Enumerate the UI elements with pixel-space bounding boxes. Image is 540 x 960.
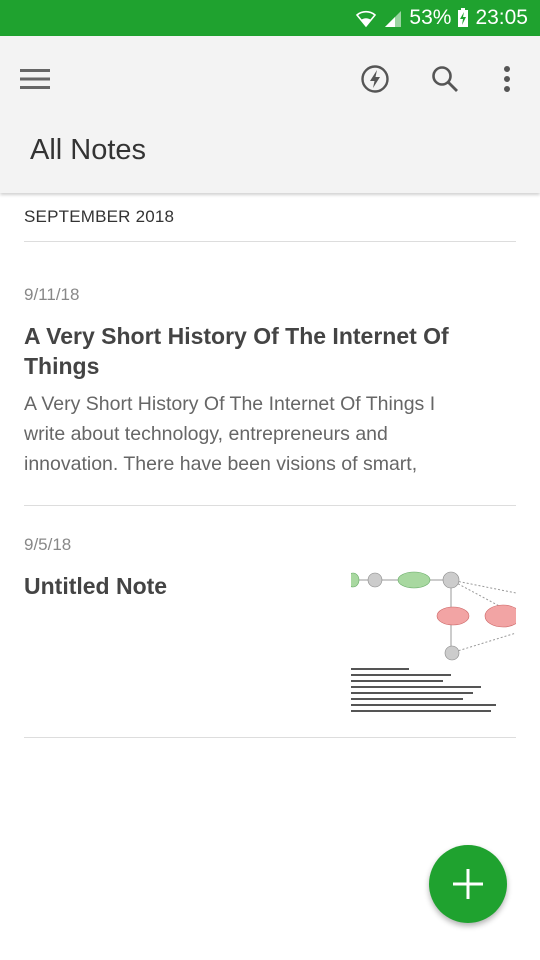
menu-button[interactable]: [14, 58, 56, 100]
app-bar: All Notes: [0, 36, 540, 193]
plus-icon: [453, 869, 483, 899]
search-icon: [432, 66, 458, 92]
battery-percent: 53%: [409, 6, 452, 29]
note-title: A Very Short History Of The Internet Of …: [24, 323, 449, 379]
wifi-icon: [355, 8, 377, 28]
note-list: SEPTEMBER 2018 9/11/18 A Very Short Hist…: [24, 193, 516, 738]
note-title: Untitled Note: [24, 573, 168, 599]
note-date: 9/11/18: [24, 285, 80, 304]
note-item[interactable]: 9/5/18 Untitled Note: [24, 506, 516, 738]
note-thumbnail: [351, 543, 516, 713]
search-button[interactable]: [424, 58, 466, 100]
shortcuts-button[interactable]: [354, 58, 396, 100]
more-options-button[interactable]: [486, 58, 528, 100]
more-vert-icon: [504, 66, 510, 92]
note-snippet: A Very Short History Of The Internet Of …: [24, 393, 436, 475]
note-date: 9/5/18: [24, 535, 72, 554]
menu-icon: [20, 69, 50, 89]
shortcut-lightning-icon: [361, 65, 389, 93]
page-title: All Notes: [30, 134, 147, 166]
clock-time: 23:05: [475, 6, 528, 29]
status-bar: 53% 23:05: [0, 0, 540, 36]
new-note-button[interactable]: [429, 845, 507, 923]
note-item[interactable]: 9/11/18 A Very Short History Of The Inte…: [24, 242, 516, 506]
month-section-header: SEPTEMBER 2018: [24, 193, 516, 242]
battery-charging-icon: [457, 8, 469, 28]
signal-icon: [383, 8, 403, 28]
